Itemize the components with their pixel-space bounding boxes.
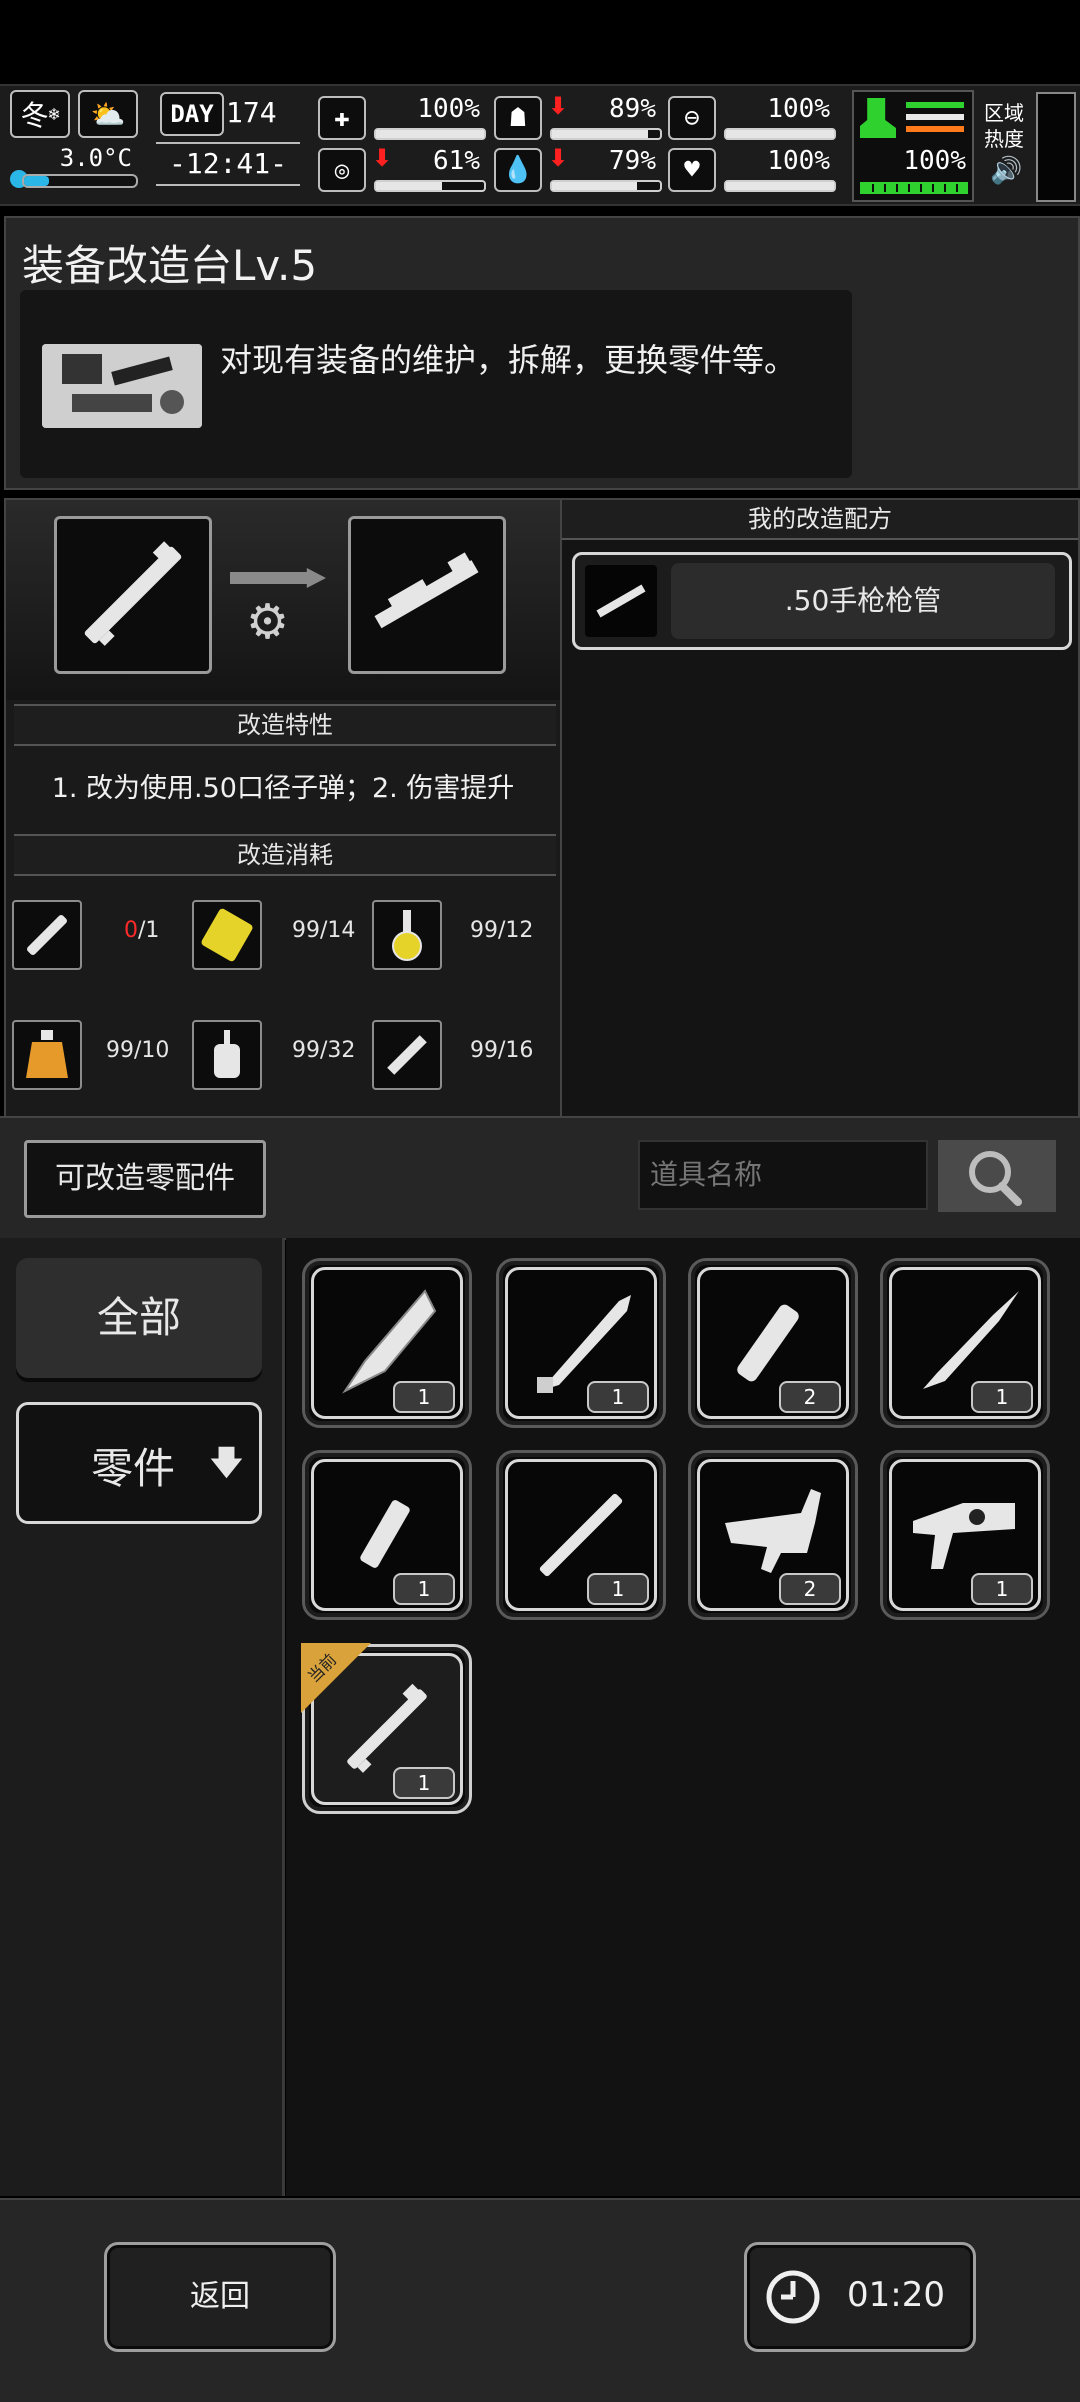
part-item[interactable]: 1 bbox=[302, 1450, 472, 1620]
workbench-header: 装备改造台Lv.5 对现有装备的维护，拆解，更换零件等。 bbox=[4, 216, 1080, 490]
item-count: 1 bbox=[971, 1381, 1033, 1413]
item-count: 2 bbox=[779, 1573, 841, 1605]
material-count: 99/10 bbox=[106, 1038, 170, 1063]
category-sidebar: 全部 零件 🡇 bbox=[0, 1238, 285, 2196]
status-bar: 冬 ❄ ⛅ 3.0°C DAY 174 -12:41- ✚ ◎ ☗ 💧 ⊖ ♥ 1… bbox=[0, 84, 1080, 206]
cost-header: 改造消耗 bbox=[14, 834, 556, 876]
stamina-value: 100% bbox=[903, 146, 966, 176]
recipe-header: 我的改造配方 bbox=[562, 500, 1078, 540]
stamina-panel: 100% bbox=[852, 90, 974, 202]
item-count: 1 bbox=[393, 1573, 455, 1605]
part-item[interactable]: 2 bbox=[688, 1258, 858, 1428]
day-label: DAY bbox=[160, 92, 224, 136]
mood-value: 100% bbox=[767, 146, 830, 176]
part-item[interactable]: 1 bbox=[496, 1450, 666, 1620]
description-text: 对现有装备的维护，拆解，更换零件等。 bbox=[220, 341, 797, 379]
page-title: 装备改造台Lv.5 bbox=[22, 241, 318, 290]
category-parts-label: 零件 bbox=[91, 1444, 176, 1493]
item-count: 1 bbox=[971, 1573, 1033, 1605]
hunger-down-icon: ⬇ bbox=[548, 92, 569, 120]
traits-text: 1. 改为使用.50口径子弹；2. 伤害提升 bbox=[51, 773, 515, 804]
description-box: 对现有装备的维护，拆解，更换零件等。 bbox=[20, 290, 852, 478]
immunity-value: 100% bbox=[767, 94, 830, 124]
mood-bar bbox=[724, 180, 836, 192]
heat-meter bbox=[1036, 92, 1076, 202]
timer-value: 01:20 bbox=[847, 2275, 945, 2315]
item-count: 1 bbox=[393, 1767, 455, 1799]
lantern-icon[interactable] bbox=[12, 1020, 82, 1090]
pill-icon: ⊖ bbox=[668, 96, 716, 140]
category-all[interactable]: 全部 bbox=[16, 1258, 262, 1378]
back-button[interactable]: 返回 bbox=[104, 2242, 336, 2352]
mod-panel: ⚙ 改造特性 1. 改为使用.50口径子弹；2. 伤害提升 改造消耗 0/1 9… bbox=[4, 498, 562, 1118]
thirst-bar bbox=[550, 180, 662, 192]
search-button[interactable] bbox=[938, 1140, 1056, 1212]
health-value: 100% bbox=[417, 94, 480, 124]
parts-toolbar: 可改造零配件 bbox=[0, 1116, 1080, 1240]
part-item[interactable]: 2 bbox=[688, 1450, 858, 1620]
part-item[interactable]: 1 bbox=[496, 1258, 666, 1428]
traits-header: 改造特性 bbox=[14, 704, 556, 746]
timer-button[interactable]: 01:20 bbox=[744, 2242, 976, 2352]
brain-icon: ◎ bbox=[318, 148, 366, 192]
day-counter: 174 bbox=[226, 96, 277, 129]
part-item-current[interactable]: 当前 1 bbox=[301, 1643, 472, 1814]
sanity-down-icon: ⬇ bbox=[372, 144, 393, 172]
item-count: 1 bbox=[587, 1381, 649, 1413]
recipe-label: .50手枪枪管 bbox=[671, 563, 1055, 639]
recipe-panel: 我的改造配方 .50手枪枪管 bbox=[560, 498, 1080, 1118]
game-clock: -12:41- bbox=[156, 142, 300, 186]
item-count: 1 bbox=[393, 1381, 455, 1413]
sanity-bar bbox=[374, 180, 486, 192]
part-item[interactable]: 1 bbox=[302, 1258, 472, 1428]
yellow-card-icon[interactable] bbox=[192, 900, 262, 970]
flask-icon[interactable] bbox=[372, 900, 442, 970]
health-bar bbox=[374, 128, 486, 140]
parts-grid: 1 1 2 1 1 1 2 1 当前 1 bbox=[286, 1238, 1080, 2196]
weather-icon: ⛅ bbox=[78, 90, 138, 138]
category-parts[interactable]: 零件 🡇 bbox=[16, 1402, 262, 1524]
material-count: 99/16 bbox=[470, 1038, 534, 1063]
oil-bottle-icon[interactable] bbox=[192, 1020, 262, 1090]
material-count: 0/1 bbox=[124, 918, 160, 943]
speaker-icon[interactable]: 🔊 bbox=[990, 156, 1022, 186]
search-input[interactable] bbox=[638, 1140, 928, 1210]
stomach-icon: ☗ bbox=[494, 96, 542, 140]
gear-icon: ⚙ bbox=[246, 594, 290, 650]
temperature-value: 3.0°C bbox=[59, 144, 132, 172]
arrow-down-icon: 🡇 bbox=[209, 1443, 244, 1483]
material-count: 99/14 bbox=[292, 918, 356, 943]
search-icon bbox=[969, 1151, 1022, 1206]
zone-heat-label: 区域 热度 bbox=[984, 101, 1024, 151]
pistol-barrel-icon bbox=[84, 541, 182, 646]
recipe-item[interactable]: .50手枪枪管 bbox=[572, 552, 1072, 650]
source-part-slot[interactable] bbox=[54, 516, 212, 674]
parts-title: 可改造零配件 bbox=[24, 1140, 266, 1218]
snow-icon: ❄ bbox=[48, 103, 60, 125]
hunger-bar bbox=[550, 128, 662, 140]
part-item[interactable]: 1 bbox=[880, 1258, 1050, 1428]
season-label: 冬 bbox=[20, 99, 49, 132]
workbench-icon bbox=[42, 344, 202, 428]
water-drop-icon: 💧 bbox=[494, 148, 542, 192]
modified-barrel-icon bbox=[374, 552, 479, 629]
pistol-barrel-icon bbox=[585, 565, 657, 637]
part-item[interactable]: 1 bbox=[880, 1450, 1050, 1620]
boot-icon bbox=[860, 98, 896, 138]
syringe-icon[interactable] bbox=[372, 1020, 442, 1090]
thirst-down-icon: ⬇ bbox=[548, 144, 569, 172]
temperature-gauge: 3.0°C bbox=[10, 144, 138, 190]
footer-bar: 返回 01:20 bbox=[0, 2198, 1080, 2402]
item-count: 1 bbox=[587, 1573, 649, 1605]
item-count: 2 bbox=[779, 1381, 841, 1413]
material-count: 99/12 bbox=[470, 918, 534, 943]
material-count: 99/32 bbox=[292, 1038, 356, 1063]
medkit-icon: ✚ bbox=[318, 96, 366, 140]
immunity-bar bbox=[724, 128, 836, 140]
barrel-part-icon[interactable] bbox=[12, 900, 82, 970]
heart-icon: ♥ bbox=[668, 148, 716, 192]
clock-icon bbox=[766, 2270, 820, 2324]
result-part-slot[interactable] bbox=[348, 516, 506, 674]
season-indicator: 冬 ❄ bbox=[10, 90, 70, 138]
